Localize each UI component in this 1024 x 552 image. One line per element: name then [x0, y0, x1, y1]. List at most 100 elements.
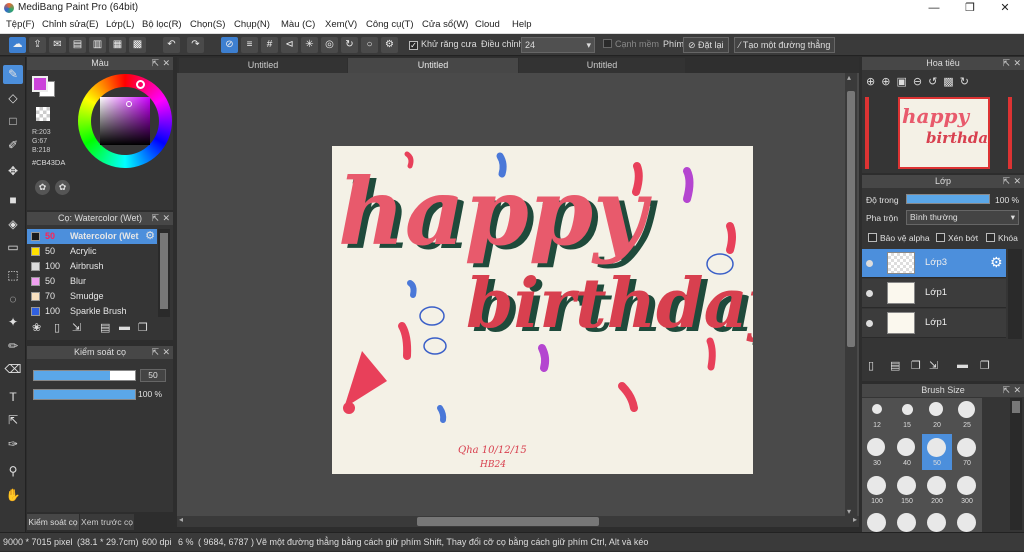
layer-opacity-slider[interactable] [906, 194, 990, 204]
brush-size-dot[interactable] [872, 404, 882, 414]
new-halftone-layer-icon[interactable]: ▤ [890, 359, 900, 372]
brush-item[interactable]: 50 Blur [27, 274, 157, 289]
brush-size-dot[interactable] [867, 438, 885, 456]
scroll-left-icon[interactable]: ◂ [179, 515, 183, 524]
navigator-preview[interactable]: happy birthday [898, 97, 998, 169]
opacity-slider[interactable] [33, 389, 136, 400]
folder-icon[interactable]: ▬ [957, 359, 968, 371]
circle-snap-icon[interactable]: ◎ [321, 37, 338, 53]
copy-brush-icon[interactable]: ❐ [138, 321, 148, 334]
menu-tools[interactable]: Công cụ(T) [366, 19, 414, 30]
scrollbar-thumb[interactable] [160, 233, 168, 309]
merge-layer-icon[interactable]: ⇲ [929, 359, 938, 372]
reset-view-icon[interactable]: ▩ [943, 76, 959, 88]
rotate-left-icon[interactable]: ↺ [928, 76, 943, 88]
close-icon[interactable]: ✕ [1013, 175, 1021, 188]
redo-icon[interactable]: ↷ [187, 37, 204, 53]
new-brush-icon[interactable]: ▯ [54, 321, 60, 334]
fill-rect-tool-icon[interactable]: ■ [3, 191, 23, 210]
brush-item[interactable]: 50 Watercolor (Wet ⚙ [27, 229, 157, 244]
menu-file[interactable]: Tệp(F) [6, 19, 35, 30]
brush-item[interactable]: 50 Acrylic [27, 244, 157, 259]
close-button[interactable]: ✕ [988, 0, 1022, 16]
protect-alpha-checkbox[interactable]: Bảo vệ alpha [868, 233, 930, 243]
menu-edit[interactable]: Chỉnh sửa(E) [42, 19, 99, 30]
scroll-right-icon[interactable]: ▸ [853, 515, 857, 524]
undock-icon[interactable]: ⇱ [1002, 384, 1010, 397]
ellipse-snap-icon[interactable]: ○ [361, 37, 378, 53]
lasso-tool-icon[interactable]: ◌ [3, 290, 23, 309]
text-tool-icon[interactable]: T [3, 388, 23, 407]
straight-line-button[interactable]: ⁄ Tạo một đường thẳng [734, 37, 836, 53]
duplicate-layer-icon[interactable]: ❐ [911, 359, 921, 372]
undock-icon[interactable]: ⇱ [151, 57, 159, 70]
layer-row[interactable]: Lớp1 [862, 309, 1006, 338]
primary-color-swatch[interactable] [32, 76, 48, 92]
brush-size-dot[interactable] [867, 476, 886, 495]
close-icon[interactable]: ✕ [1013, 384, 1021, 397]
gear-icon[interactable]: ⚙ [990, 254, 1003, 271]
brush-size-dot[interactable] [958, 401, 975, 418]
scroll-down-icon[interactable]: ▾ [847, 507, 851, 516]
brush-size-dot[interactable] [957, 476, 976, 495]
maximize-button[interactable]: ❐ [953, 0, 987, 16]
sv-handle[interactable] [126, 101, 132, 107]
layer-row[interactable]: Lớp1 [862, 279, 1006, 308]
message-icon[interactable]: ▤ [69, 37, 86, 53]
brush-size-dot[interactable] [927, 476, 946, 495]
hue-handle[interactable] [136, 80, 145, 89]
divide-tool-icon[interactable]: ✑ [3, 435, 23, 454]
folder-icon[interactable]: ▬ [119, 321, 130, 333]
brush-size-dot[interactable] [927, 438, 946, 457]
snap-off-icon[interactable]: ⊘ [221, 37, 238, 53]
menu-cloud[interactable]: Cloud [475, 19, 500, 30]
tab-brush-preview[interactable]: Xem trước cọ [80, 514, 134, 530]
brush-property-icon[interactable]: ▤ [100, 321, 110, 334]
layer-list-scrollbar[interactable] [1008, 249, 1022, 339]
brush-item[interactable]: 100 Sparkle Brush [27, 304, 157, 316]
rectangle-tool-icon[interactable]: □ [3, 112, 23, 131]
size-value[interactable]: 50 [140, 369, 166, 382]
adjust-select[interactable]: 24 ▾ [521, 37, 595, 53]
select-eraser-tool-icon[interactable]: ⌫ [3, 360, 23, 379]
pen-tool-icon[interactable]: ✐ [3, 136, 23, 155]
vanishing-snap-icon[interactable]: ⊲ [281, 37, 298, 53]
brush-size-dot[interactable] [957, 438, 976, 457]
brush-size-dot[interactable] [897, 438, 915, 456]
material-icon[interactable]: ▦ [109, 37, 126, 53]
brush-size-dot[interactable] [867, 513, 886, 532]
menu-layer[interactable]: Lớp(L) [106, 19, 134, 30]
layer-row[interactable]: Lớp3 ⚙ [862, 249, 1006, 278]
eyedropper-tool-icon[interactable]: ⚲ [3, 462, 23, 481]
cloud-icon[interactable]: ☁ [9, 37, 26, 53]
brush-tool-icon[interactable]: ✎ [3, 65, 23, 84]
vertical-scrollbar[interactable]: ▴ ▾ [845, 73, 857, 516]
zoom-out-icon[interactable]: ⊖ [913, 76, 928, 88]
eraser-tool-icon[interactable]: ◇ [3, 89, 23, 108]
close-icon[interactable]: ✕ [162, 346, 170, 359]
saturation-value-square[interactable] [100, 97, 150, 145]
document-icon[interactable]: ▥ [89, 37, 106, 53]
horizontal-scrollbar[interactable]: ◂ ▸ [177, 515, 859, 527]
antialias-checkbox[interactable]: ✓ Khử răng cưa [409, 39, 477, 50]
snap-settings-icon[interactable]: ⚙ [381, 37, 398, 53]
gradient-tool-icon[interactable]: ▭ [3, 238, 23, 257]
brush-item[interactable]: 100 Airbrush [27, 259, 157, 274]
fit-icon[interactable]: ▣ [896, 76, 912, 88]
zoom-in-icon[interactable]: ⊕ [881, 76, 896, 88]
move-tool-icon[interactable]: ✥ [3, 162, 23, 181]
reset-button[interactable]: ⊘ Đặt lại [683, 37, 729, 53]
visibility-icon[interactable] [866, 320, 873, 327]
undock-icon[interactable]: ⇱ [151, 346, 159, 359]
minimize-button[interactable]: — [917, 0, 951, 16]
operation-tool-icon[interactable]: ⇱ [3, 411, 23, 430]
zoom-fit-icon[interactable]: ⊕ [866, 76, 881, 88]
parallel-snap-icon[interactable]: ≡ [241, 37, 258, 53]
brush-size-dot[interactable] [902, 404, 913, 415]
horizontal-scrollbar-thumb[interactable] [417, 517, 599, 526]
new-layer-icon[interactable]: ▯ [868, 359, 874, 372]
magic-wand-tool-icon[interactable]: ✦ [3, 313, 23, 332]
comment-icon[interactable]: ✉ [49, 37, 66, 53]
undock-icon[interactable]: ⇱ [151, 212, 159, 225]
rotate-right-icon[interactable]: ↻ [960, 76, 975, 88]
